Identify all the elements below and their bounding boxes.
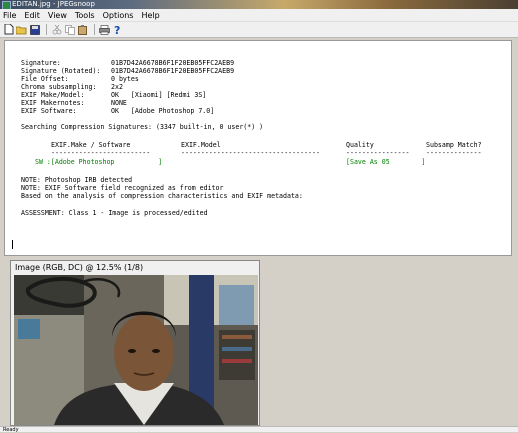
title-bar: EDITAN.jpg - JPEGsnoop xyxy=(0,0,518,10)
exif-make-label: EXIF Make/Model: xyxy=(21,91,85,99)
toolbar-separator xyxy=(94,24,95,35)
menu-edit[interactable]: Edit xyxy=(24,11,40,20)
assessment-line: ASSESSMENT: Class 1 - Image is processed… xyxy=(21,209,208,217)
exif-software-value: OK [Adobe Photoshop 7.0] xyxy=(111,107,215,115)
help-icon[interactable]: ? xyxy=(112,24,123,35)
menu-tools[interactable]: Tools xyxy=(75,11,95,20)
menu-bar: File Edit View Tools Options Help xyxy=(0,9,518,22)
signature-rotated-label: Signature (Rotated): xyxy=(21,67,101,75)
cut-icon[interactable] xyxy=(51,24,62,35)
print-icon[interactable] xyxy=(99,24,110,35)
text-caret xyxy=(12,240,13,249)
chroma-label: Chroma subsampling: xyxy=(21,83,97,91)
dash-subsamp: -------------- xyxy=(426,149,482,157)
sw-signature-row: SW :[Adobe Photoshop ] xyxy=(35,158,163,166)
status-text: Ready xyxy=(3,427,19,433)
menu-file[interactable]: File xyxy=(3,11,16,20)
menu-view[interactable]: View xyxy=(48,11,67,20)
copy-icon[interactable] xyxy=(64,24,75,35)
status-bar: Ready xyxy=(0,426,518,433)
dash-make: ------------------------- xyxy=(51,149,151,157)
open-icon[interactable] xyxy=(16,24,27,35)
menu-options[interactable]: Options xyxy=(103,11,134,20)
dash-quality: ---------------- xyxy=(346,149,410,157)
toolbar: ? xyxy=(0,22,518,38)
exif-makernotes-label: EXIF Makernotes: xyxy=(21,99,85,107)
exif-software-label: EXIF Software: xyxy=(21,107,77,115)
save-icon[interactable] xyxy=(29,24,40,35)
toolbar-separator xyxy=(46,24,47,35)
photo-graphic xyxy=(14,275,258,425)
svg-text:?: ? xyxy=(114,24,120,35)
image-caption: Image (RGB, DC) @ 12.5% (1/8) xyxy=(15,263,144,272)
exif-software-line: EXIF Software: OK [Adobe Photoshop 7.0] xyxy=(21,107,214,115)
paste-icon[interactable] xyxy=(77,24,88,35)
based-on-line: Based on the analysis of compression cha… xyxy=(21,192,303,200)
image-preview xyxy=(14,275,258,425)
image-panel: Image (RGB, DC) @ 12.5% (1/8) xyxy=(10,260,260,426)
menu-help[interactable]: Help xyxy=(141,11,159,20)
window-title: EDITAN.jpg - JPEGsnoop xyxy=(12,0,95,8)
report-text-area[interactable]: Signature: 01B7D42A6678B6F1F20EB05FFC2AEB… xyxy=(4,40,512,256)
file-offset-label: File Offset: xyxy=(21,75,69,83)
searching-line: Searching Compression Signatures: (3347 … xyxy=(21,123,264,131)
dash-model: ----------------------------------- xyxy=(181,149,320,157)
sw-quality-value: [Save As 05 ] xyxy=(346,158,426,166)
new-icon[interactable] xyxy=(3,24,14,35)
signature-label: Signature: xyxy=(21,59,61,67)
